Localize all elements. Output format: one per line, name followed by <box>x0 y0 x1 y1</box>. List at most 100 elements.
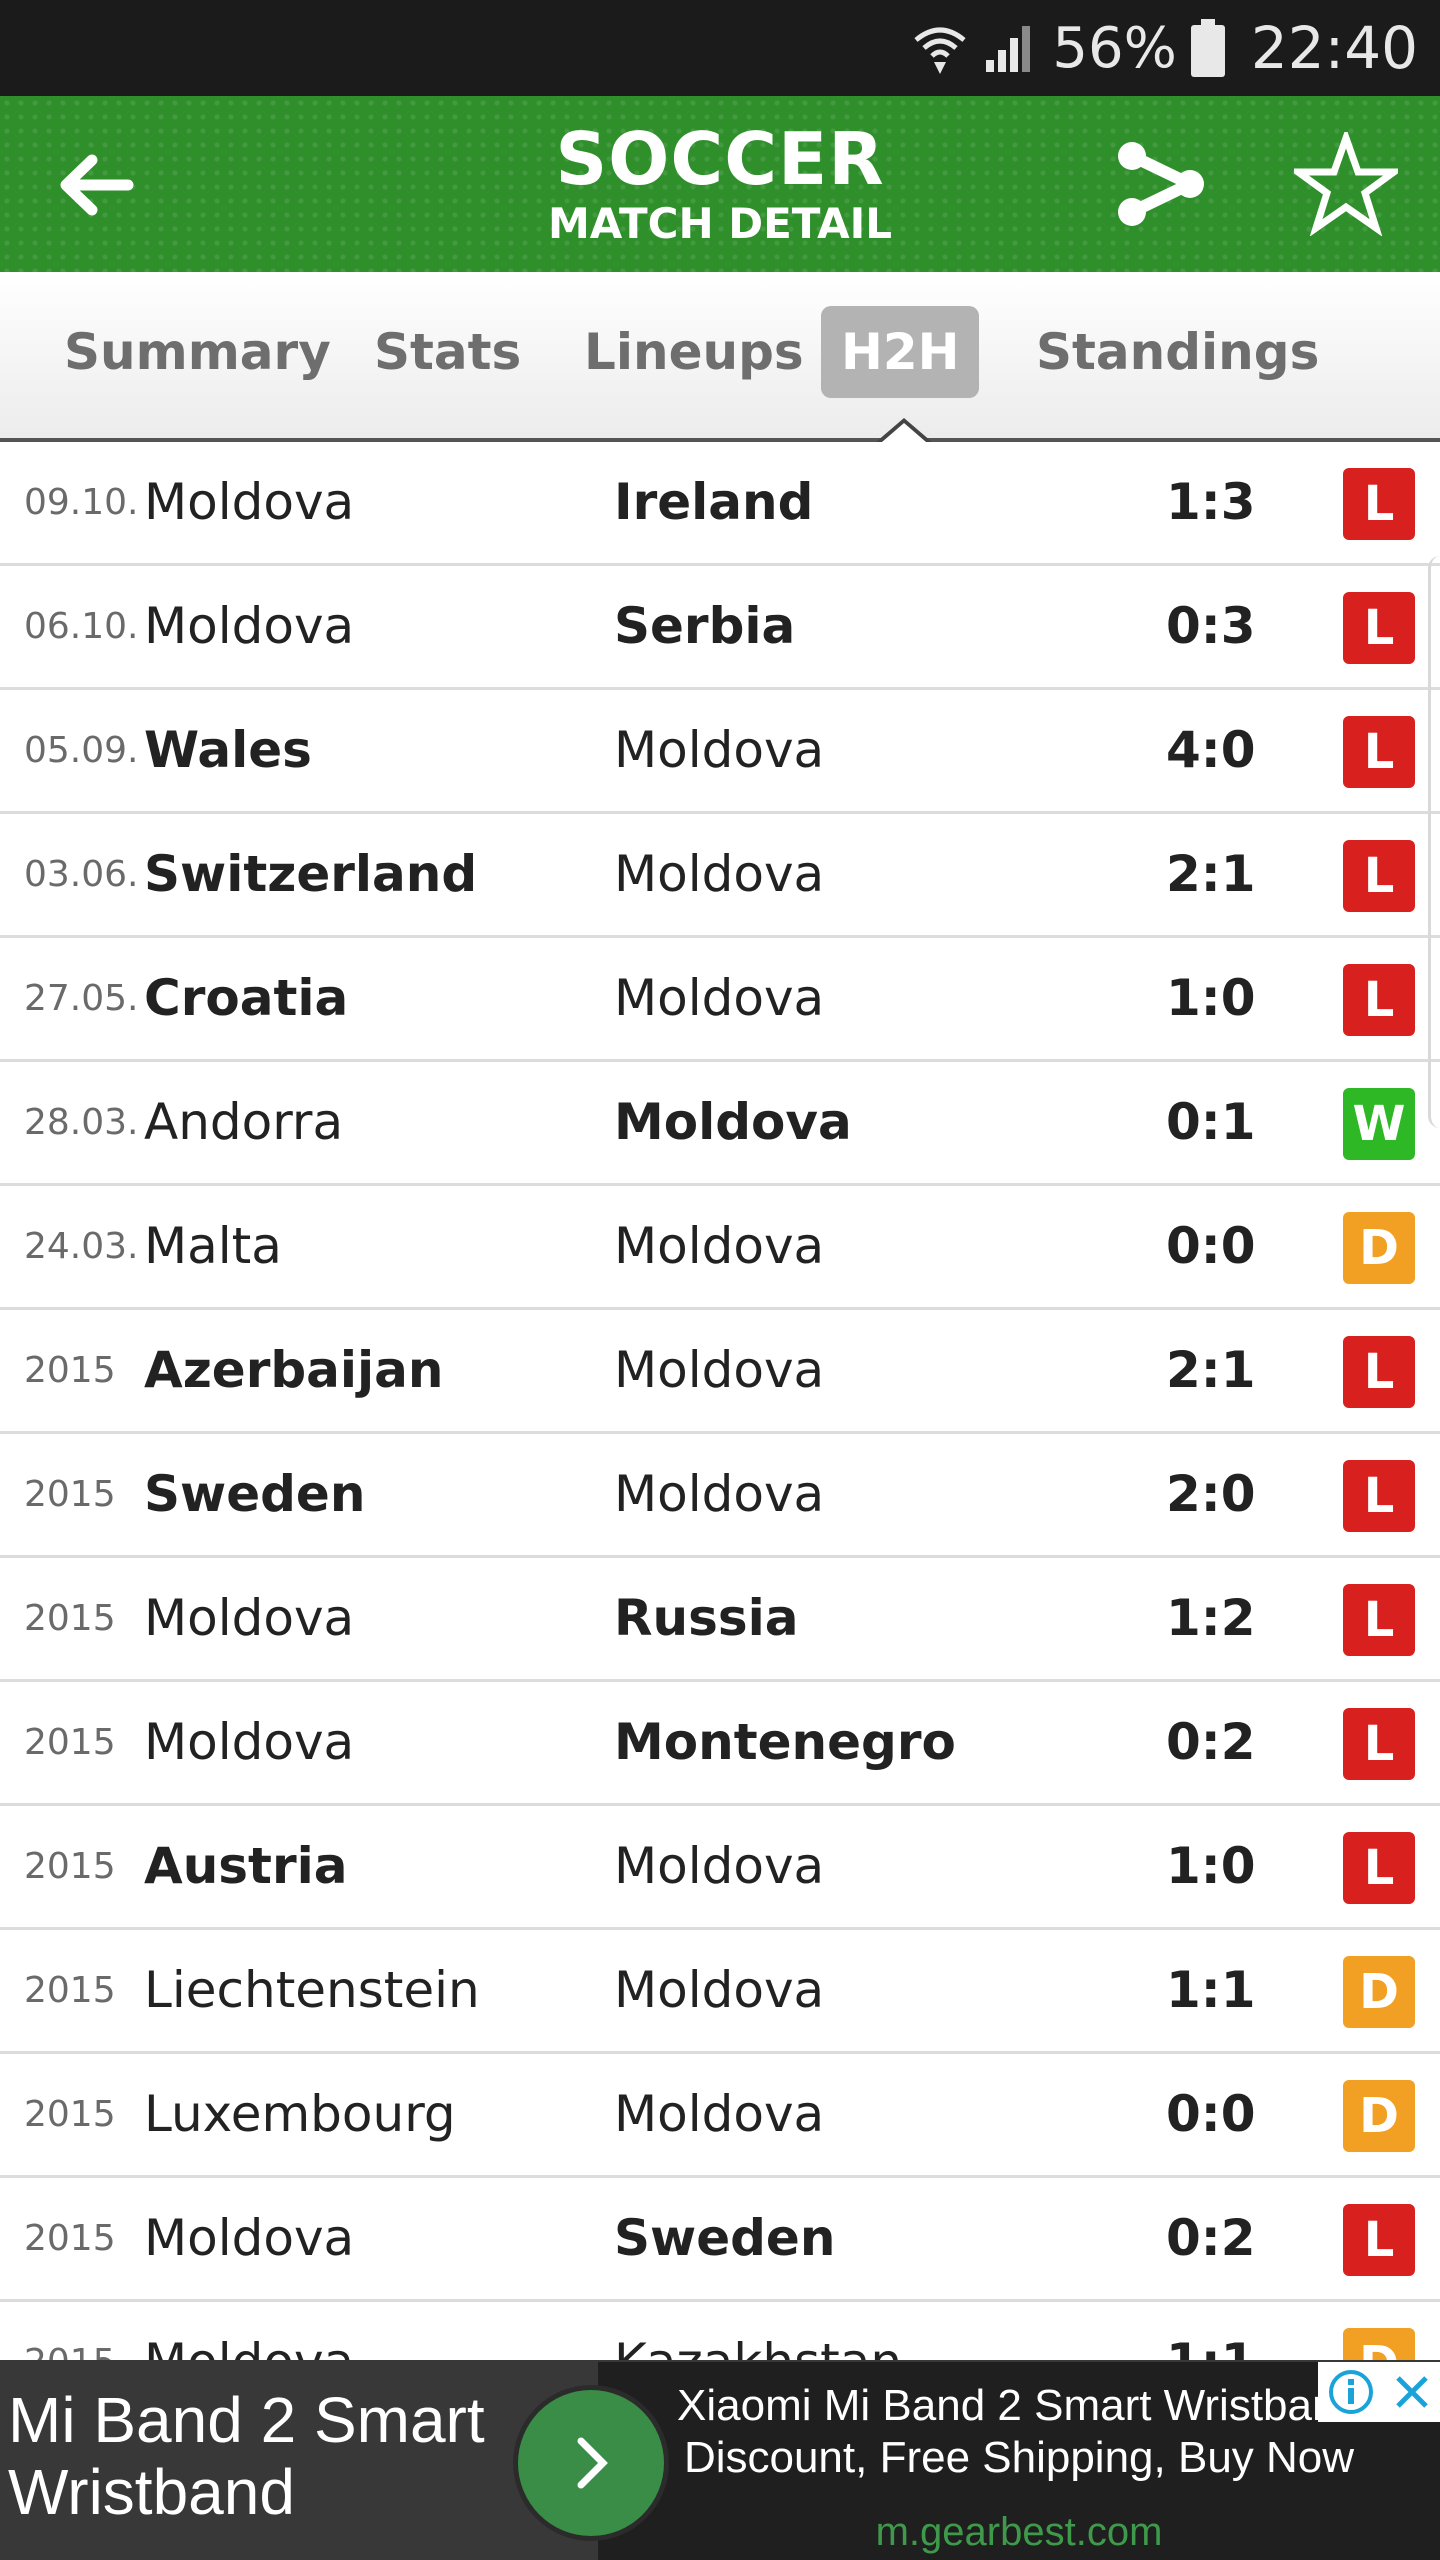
away-team: Serbia <box>614 597 796 655</box>
match-row[interactable]: 2015 Moldova Sweden 0:2 L <box>0 2178 1440 2302</box>
tab-standings[interactable]: Standings <box>1016 306 1339 398</box>
away-team: Moldova <box>614 2085 825 2143</box>
scroll-indicator <box>1428 556 1440 1128</box>
match-score: 1:3 <box>1166 473 1256 531</box>
page-subtitle: MATCH DETAIL <box>547 199 893 248</box>
ad-description[interactable]: Xiaomi Mi Band 2 Smart Wristband Discoun… <box>598 2380 1440 2484</box>
home-team: Andorra <box>144 1093 344 1151</box>
match-date: 27.05. <box>24 978 139 1019</box>
h2h-match-list[interactable]: 09.10. Moldova Ireland 1:3 L 06.10. Moldova Ser… <box>0 442 1440 2360</box>
home-team: Moldova <box>144 2209 355 2267</box>
result-badge: L <box>1343 840 1415 912</box>
match-score: 2:0 <box>1166 1465 1256 1523</box>
home-team: Moldova <box>144 1589 355 1647</box>
app-header: SOCCER MATCH DETAIL <box>0 96 1440 272</box>
match-date: 06.10. <box>24 606 139 647</box>
away-team: Moldova <box>614 1341 825 1399</box>
match-score: 0:1 <box>1166 1093 1256 1151</box>
result-badge: D <box>1343 1956 1415 2028</box>
result-badge: L <box>1343 1708 1415 1780</box>
match-row[interactable]: 2015 Luxembourg Moldova 0:0 D <box>0 2054 1440 2178</box>
away-team: Moldova <box>614 969 825 1027</box>
away-team: Moldova <box>614 1217 825 1275</box>
away-team: Russia <box>614 1589 799 1647</box>
result-badge: L <box>1343 1460 1415 1532</box>
match-row[interactable]: 03.06. Switzerland Moldova 2:1 L <box>0 814 1440 938</box>
match-date: 05.09. <box>24 730 139 771</box>
away-team: Moldova <box>614 1093 852 1151</box>
match-row[interactable]: 09.10. Moldova Ireland 1:3 L <box>0 442 1440 566</box>
tab-bar: Summary Stats Lineups H2H Standings <box>0 272 1440 442</box>
match-score: 1:1 <box>1166 2302 1256 2360</box>
result-badge: L <box>1343 2204 1415 2276</box>
home-team: Croatia <box>144 969 349 1027</box>
tab-h2h[interactable]: H2H <box>821 306 980 398</box>
match-date: 03.06. <box>24 854 139 895</box>
match-date: 2015 <box>24 2094 116 2135</box>
page-title: SOCCER <box>555 117 885 201</box>
match-score: 1:0 <box>1166 969 1256 1027</box>
ad-choices[interactable] <box>1318 2362 1440 2422</box>
match-row[interactable]: 28.03. Andorra Moldova 0:1 W <box>0 1062 1440 1186</box>
match-row[interactable]: 2015 Moldova Montenegro 0:2 L <box>0 1682 1440 1806</box>
close-icon[interactable] <box>1392 2372 1432 2412</box>
info-icon[interactable] <box>1327 2368 1375 2416</box>
result-badge: D <box>1343 2328 1415 2360</box>
result-badge: D <box>1343 2080 1415 2152</box>
match-row[interactable]: 24.03. Malta Moldova 0:0 D <box>0 1186 1440 1310</box>
battery-icon <box>1190 19 1225 77</box>
home-team: Austria <box>144 1837 348 1895</box>
away-team: Moldova <box>614 1465 825 1523</box>
match-date: 2015 <box>24 1722 116 1763</box>
away-team: Montenegro <box>614 1713 956 1771</box>
tab-summary[interactable]: Summary <box>44 306 351 398</box>
match-row[interactable]: 2015 Sweden Moldova 2:0 L <box>0 1434 1440 1558</box>
result-badge: L <box>1343 716 1415 788</box>
match-date: 2015 <box>24 1598 116 1639</box>
match-date: 2015 <box>24 2218 116 2259</box>
ad-title[interactable]: Mi Band 2 Smart Wristband <box>8 2384 528 2528</box>
match-date: 28.03. <box>24 1102 139 1143</box>
match-row[interactable]: 05.09. Wales Moldova 4:0 L <box>0 690 1440 814</box>
home-team: Moldova <box>144 597 355 655</box>
home-team: Liechtenstein <box>144 1961 480 2019</box>
away-team: Moldova <box>614 845 825 903</box>
match-row[interactable]: 06.10. Moldova Serbia 0:3 L <box>0 566 1440 690</box>
home-team: Azerbaijan <box>144 1341 444 1399</box>
active-tab-indicator <box>876 418 932 442</box>
result-badge: L <box>1343 1832 1415 1904</box>
match-row[interactable]: 2015 Moldova Kazakhstan 1:1 D <box>0 2302 1440 2360</box>
match-date: 2015 <box>24 1474 116 1515</box>
result-badge: L <box>1343 1336 1415 1408</box>
star-icon[interactable] <box>1294 132 1398 236</box>
match-row[interactable]: 2015 Liechtenstein Moldova 1:1 D <box>0 1930 1440 2054</box>
tab-lineups[interactable]: Lineups <box>564 306 824 398</box>
result-badge: D <box>1343 1212 1415 1284</box>
home-team: Moldova <box>144 1713 355 1771</box>
ad-url[interactable]: m.gearbest.com <box>598 2510 1440 2554</box>
match-score: 0:0 <box>1166 2085 1256 2143</box>
match-score: 1:1 <box>1166 1961 1256 2019</box>
match-row[interactable]: 27.05. Croatia Moldova 1:0 L <box>0 938 1440 1062</box>
tab-stats[interactable]: Stats <box>354 306 541 398</box>
match-score: 0:2 <box>1166 2209 1256 2267</box>
home-team: Moldova <box>144 473 355 531</box>
match-date: 24.03. <box>24 1226 139 1267</box>
share-icon[interactable] <box>1110 134 1210 234</box>
match-row[interactable]: 2015 Azerbaijan Moldova 2:1 L <box>0 1310 1440 1434</box>
result-badge: L <box>1343 1584 1415 1656</box>
result-badge: W <box>1343 1088 1415 1160</box>
result-badge: L <box>1343 468 1415 540</box>
match-row[interactable]: 2015 Moldova Russia 1:2 L <box>0 1558 1440 1682</box>
away-team: Moldova <box>614 1837 825 1895</box>
clock: 22:40 <box>1250 14 1418 82</box>
wifi-icon <box>914 27 966 74</box>
away-team: Moldova <box>614 1961 825 2019</box>
ad-banner[interactable]: Mi Band 2 Smart Wristband Xiaomi Mi Band… <box>0 2360 1440 2560</box>
away-team: Kazakhstan <box>614 2302 902 2360</box>
away-team: Sweden <box>614 2209 836 2267</box>
match-row[interactable]: 2015 Austria Moldova 1:0 L <box>0 1806 1440 1930</box>
match-date: 09.10. <box>24 482 139 523</box>
match-score: 2:1 <box>1166 1341 1256 1399</box>
away-team: Ireland <box>614 473 814 531</box>
